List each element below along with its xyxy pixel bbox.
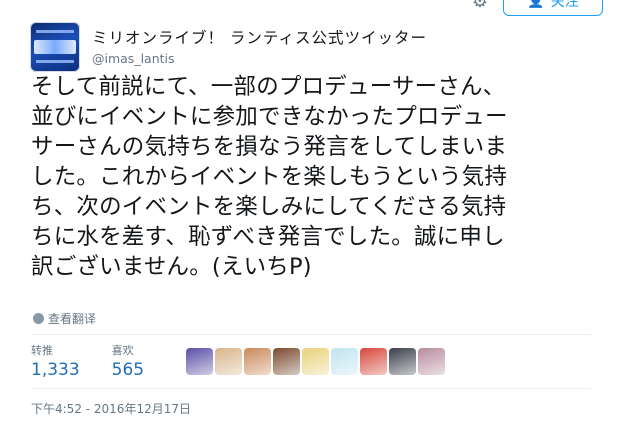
retweets-stat[interactable]: 转推 1,333 xyxy=(31,342,80,380)
likes-label: 喜欢 xyxy=(111,344,134,357)
liker-avatar-5[interactable] xyxy=(302,348,330,375)
liker-avatar-2[interactable] xyxy=(215,348,243,375)
likes-count: 565 xyxy=(111,360,145,380)
tweet-line: した。これからイベントを楽しもうという気持 xyxy=(31,164,508,190)
tweet-line: 並びにイベントに参加できなかったプロデュー xyxy=(31,104,508,130)
liker-avatar-6[interactable] xyxy=(331,348,359,375)
liker-avatar-7[interactable] xyxy=(360,348,388,375)
avatar-decoration xyxy=(36,30,74,33)
tweet-line: 訳ございません。(えいちP) xyxy=(31,254,312,280)
tweet-line: ちに水を差す、恥ずべき発言でした。誠に申し xyxy=(31,224,505,250)
avatar-decoration xyxy=(36,60,74,63)
retweets-count: 1,333 xyxy=(31,360,80,380)
tweet-line: ち、次のイベントを楽しみにしてくださる気持 xyxy=(31,194,507,220)
liker-avatar-3[interactable] xyxy=(244,348,272,375)
user-plus-icon: 👤 xyxy=(527,0,545,9)
liker-avatar-1[interactable] xyxy=(186,348,214,375)
tweet-line: サーさんの気持ちを損なう発言をしてしまいま xyxy=(31,134,508,160)
divider xyxy=(31,334,591,335)
tweet-line: そして前説にて、一部のプロデューサーさん、 xyxy=(31,74,506,100)
avatar-logo xyxy=(34,40,76,54)
liker-avatar-8[interactable] xyxy=(389,348,417,375)
display-name[interactable]: ミリオンライブ！ ランティス公式ツイッター xyxy=(92,26,427,48)
liker-avatar-4[interactable] xyxy=(273,348,301,375)
translate-label: 查看翻译 xyxy=(48,312,97,326)
tweet-stats: 转推 1,333 喜欢 565 xyxy=(31,342,446,380)
likes-stat[interactable]: 喜欢 565 xyxy=(112,342,144,380)
tweet-text: そして前説にて、一部のプロデューサーさん、 並びにイベントに参加できなかったプロ… xyxy=(31,72,591,282)
translate-link[interactable]: 查看翻译 xyxy=(33,310,96,327)
screen-name[interactable]: @imas_lantis xyxy=(92,51,427,66)
globe-icon xyxy=(33,313,44,324)
divider xyxy=(31,388,591,389)
avatar[interactable] xyxy=(30,22,80,72)
tweet-header: ミリオンライブ！ ランティス公式ツイッター @imas_lantis xyxy=(30,22,427,72)
follow-button-label: 关注 xyxy=(550,0,579,10)
liker-avatars xyxy=(186,348,446,375)
liker-avatar-9[interactable] xyxy=(418,348,446,375)
gear-icon[interactable]: ⚙ xyxy=(470,0,490,12)
follow-button[interactable]: 👤 关注 xyxy=(503,0,603,16)
retweets-label: 转推 xyxy=(31,344,53,357)
timestamp[interactable]: 下午4:52 - 2016年12月17日 xyxy=(31,400,191,417)
